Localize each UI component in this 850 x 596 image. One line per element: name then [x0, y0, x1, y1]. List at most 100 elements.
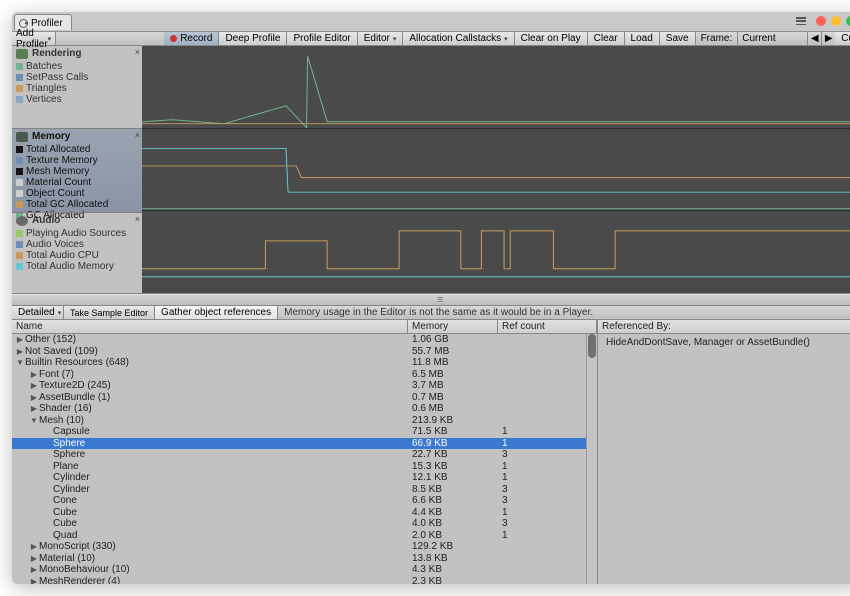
tree-scrollbar[interactable] — [586, 334, 597, 584]
legend-item[interactable]: Total Audio CPU — [16, 250, 138, 261]
frame-current-button[interactable]: Current — [835, 32, 850, 45]
minimize-icon[interactable] — [831, 16, 841, 26]
category-rendering[interactable]: × Rendering BatchesSetPass CallsTriangle… — [12, 46, 142, 128]
deep-profile-button[interactable]: Deep Profile — [219, 32, 287, 45]
row-memory: 6.5 MB — [408, 369, 498, 380]
tree-row[interactable]: Builtin Resources (648)11.8 MB — [12, 357, 597, 369]
row-memory: 4.4 KB — [408, 507, 498, 518]
frame-next-button[interactable]: ▶ — [821, 32, 835, 45]
frame-label: Frame: — [696, 32, 738, 45]
col-name[interactable]: Name — [12, 320, 408, 333]
row-label: Material (10) — [39, 553, 95, 564]
tree-row[interactable]: Not Saved (109)55.7 MB — [12, 346, 597, 358]
disclosure-icon[interactable] — [30, 577, 38, 584]
legend-item[interactable]: Batches — [16, 61, 138, 72]
tree-row[interactable]: Sphere22.7 KB3 — [12, 449, 597, 461]
editor-dropdown[interactable]: Editor — [358, 32, 404, 45]
tree-row[interactable]: Cone6.6 KB3 — [12, 495, 597, 507]
disclosure-icon[interactable] — [30, 565, 38, 574]
disclosure-icon[interactable] — [16, 358, 24, 367]
legend-item[interactable]: Audio Voices — [16, 239, 138, 250]
allocation-callstacks-dropdown[interactable]: Allocation Callstacks — [403, 32, 514, 45]
row-memory: 13.8 KB — [408, 553, 498, 564]
tree-row[interactable]: Capsule71.5 KB1 — [12, 426, 597, 438]
legend-swatch — [16, 157, 23, 164]
charts-panel — [142, 46, 850, 293]
row-label: Not Saved (109) — [25, 346, 98, 357]
legend-item[interactable]: SetPass Calls — [16, 72, 138, 83]
tree-row[interactable]: Mesh (10)213.9 KB — [12, 415, 597, 427]
disclosure-icon[interactable] — [30, 416, 38, 425]
legend-item[interactable]: Playing Audio Sources — [16, 228, 138, 239]
tree-row[interactable]: Cylinder12.1 KB1 — [12, 472, 597, 484]
memory-chart[interactable] — [142, 128, 850, 211]
record-button[interactable]: Record — [164, 32, 219, 45]
rendering-chart[interactable] — [142, 46, 850, 128]
row-label: Sphere — [53, 438, 85, 449]
legend-swatch — [16, 241, 23, 248]
col-memory[interactable]: Memory — [408, 320, 498, 333]
legend-item[interactable]: Material Count — [16, 177, 138, 188]
legend-item[interactable]: Texture Memory — [16, 155, 138, 166]
disclosure-icon[interactable] — [16, 335, 24, 344]
close-icon[interactable]: × — [135, 130, 140, 140]
tree-header: Name Memory Ref count — [12, 320, 597, 334]
disclosure-icon[interactable] — [30, 370, 38, 379]
save-button[interactable]: Save — [660, 32, 696, 45]
close-icon[interactable] — [816, 16, 826, 26]
category-memory[interactable]: × Memory Total AllocatedTexture MemoryMe… — [12, 128, 142, 212]
add-profiler-dropdown[interactable]: Add Profiler — [12, 32, 56, 45]
tree-row[interactable]: Plane15.3 KB1 — [12, 461, 597, 473]
row-memory: 66.9 KB — [408, 438, 498, 449]
tree-row[interactable]: Quad2.0 KB1 — [12, 530, 597, 542]
disclosure-icon[interactable] — [30, 381, 38, 390]
disclosure-icon[interactable] — [30, 542, 38, 551]
tree-row[interactable]: Cube4.4 KB1 — [12, 507, 597, 519]
legend-item[interactable]: Vertices — [16, 94, 138, 105]
window-menu-icon[interactable] — [796, 17, 806, 25]
legend-item[interactable]: Mesh Memory — [16, 166, 138, 177]
legend-label: Batches — [26, 61, 62, 72]
legend-item[interactable]: Total Audio Memory — [16, 261, 138, 272]
tree-row[interactable]: Cube4.0 KB3 — [12, 518, 597, 530]
tree-row[interactable]: MeshRenderer (4)2.3 KB — [12, 576, 597, 585]
pane-divider[interactable] — [12, 294, 850, 306]
disclosure-icon[interactable] — [30, 404, 38, 413]
tree-row[interactable]: Sphere66.9 KB1 — [12, 438, 597, 450]
tree-row[interactable]: Other (152)1.06 GB — [12, 334, 597, 346]
take-sample-button[interactable]: Take Sample Editor — [64, 306, 155, 319]
tree-row[interactable]: Texture2D (245)3.7 MB — [12, 380, 597, 392]
tree-body[interactable]: Other (152)1.06 GBNot Saved (109)55.7 MB… — [12, 334, 597, 584]
maximize-icon[interactable] — [846, 16, 850, 26]
col-refcount[interactable]: Ref count — [498, 320, 597, 333]
disclosure-icon[interactable] — [16, 347, 24, 356]
load-button[interactable]: Load — [625, 32, 660, 45]
tree-row[interactable]: Shader (16)0.6 MB — [12, 403, 597, 415]
legend-item[interactable]: Triangles — [16, 83, 138, 94]
mode-dropdown[interactable]: Detailed — [12, 306, 64, 319]
row-label: MonoScript (330) — [39, 541, 116, 552]
clear-button[interactable]: Clear — [588, 32, 625, 45]
profile-editor-button[interactable]: Profile Editor — [287, 32, 357, 45]
tree-row[interactable]: MonoScript (330)129.2 KB — [12, 541, 597, 553]
tree-row[interactable]: Font (7)6.5 MB — [12, 369, 597, 381]
clear-on-play-button[interactable]: Clear on Play — [515, 32, 588, 45]
category-audio[interactable]: × Audio Playing Audio SourcesAudio Voice… — [12, 212, 142, 293]
tree-row[interactable]: AssetBundle (1)0.7 MB — [12, 392, 597, 404]
tree-row[interactable]: MonoBehaviour (10)4.3 KB — [12, 564, 597, 576]
row-label: Capsule — [53, 426, 90, 437]
legend-item[interactable]: Total Allocated — [16, 144, 138, 155]
gather-references-tab[interactable]: Gather object references — [155, 306, 278, 319]
close-icon[interactable]: × — [135, 47, 140, 57]
legend-item[interactable]: Total GC Allocated — [16, 199, 138, 210]
row-refcount: 1 — [498, 461, 597, 472]
frame-prev-button[interactable]: ◀ — [807, 32, 821, 45]
legend-label: Total Audio CPU — [26, 250, 99, 261]
close-icon[interactable]: × — [135, 214, 140, 224]
disclosure-icon[interactable] — [30, 393, 38, 402]
audio-chart[interactable] — [142, 210, 850, 293]
disclosure-icon[interactable] — [30, 554, 38, 563]
legend-item[interactable]: Object Count — [16, 188, 138, 199]
tree-row[interactable]: Material (10) 13.8 KB — [12, 553, 597, 565]
tree-row[interactable]: Cylinder8.5 KB3 — [12, 484, 597, 496]
